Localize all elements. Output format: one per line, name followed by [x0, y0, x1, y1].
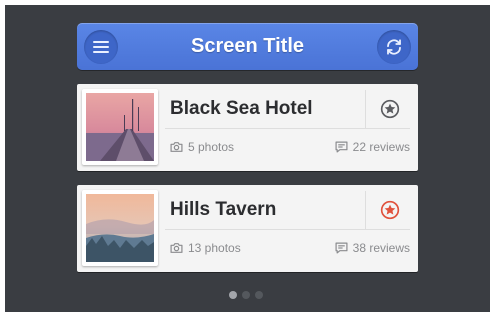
- item-title: Black Sea Hotel: [170, 98, 313, 119]
- divider: [165, 229, 410, 230]
- photos-count[interactable]: 5 photos: [170, 140, 234, 154]
- refresh-icon: [387, 39, 401, 55]
- hills-photo: [86, 194, 154, 262]
- camera-icon: [170, 142, 183, 152]
- screen-title: Screen Title: [190, 35, 305, 57]
- divider: [365, 191, 366, 229]
- divider: [165, 128, 410, 129]
- menu-button[interactable]: [84, 30, 118, 64]
- page-dot-2[interactable]: [242, 291, 250, 299]
- photos-label: 5 photos: [188, 140, 235, 154]
- pier-photo: [86, 93, 154, 161]
- menu-icon: [93, 41, 109, 53]
- photos-label: 13 photos: [188, 241, 241, 255]
- reviews-count[interactable]: 38 reviews: [335, 241, 410, 255]
- comment-icon: [335, 242, 348, 254]
- comment-icon: [335, 141, 348, 153]
- page-indicator: [229, 291, 268, 299]
- list-item[interactable]: Hills Tavern 13 photos 38 reviews: [77, 185, 418, 272]
- app-screen: Screen Title Black Sea Hotel 5 photos 22…: [5, 5, 490, 312]
- page-dot-3[interactable]: [255, 291, 263, 299]
- thumbnail[interactable]: [82, 89, 158, 165]
- list-item[interactable]: Black Sea Hotel 5 photos 22 reviews: [77, 84, 418, 171]
- camera-icon: [170, 243, 183, 253]
- star-icon[interactable]: [380, 200, 400, 220]
- divider: [365, 90, 366, 128]
- reviews-label: 22 reviews: [352, 140, 410, 154]
- refresh-button[interactable]: [377, 30, 411, 64]
- page-dot-1[interactable]: [229, 291, 237, 299]
- thumbnail[interactable]: [82, 190, 158, 266]
- item-title: Hills Tavern: [170, 199, 277, 220]
- star-icon[interactable]: [380, 99, 400, 119]
- reviews-count[interactable]: 22 reviews: [335, 140, 410, 154]
- photos-count[interactable]: 13 photos: [170, 241, 241, 255]
- app-header: Screen Title: [77, 23, 418, 70]
- reviews-label: 38 reviews: [352, 241, 410, 255]
